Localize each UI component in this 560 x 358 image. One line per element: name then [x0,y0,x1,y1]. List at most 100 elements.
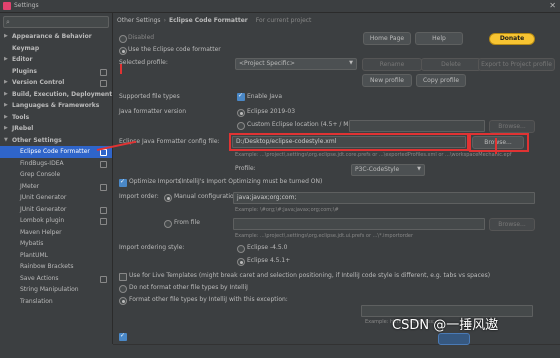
eclipse-45-label: Eclipse -4.5.0 [247,244,288,251]
home-page-button[interactable]: Home Page [363,32,411,45]
sidebar-item-label: Tools [12,113,30,121]
sidebar-item-findbugs[interactable]: FindBugs-IDEA [0,158,112,170]
browse-import-button[interactable]: Browse... [489,218,535,231]
from-file-radio[interactable] [164,220,172,228]
format-selected-text-checkbox[interactable] [119,332,127,341]
expand-arrow-icon[interactable]: ▶ [4,54,8,66]
manual-configuration-radio[interactable] [164,194,172,202]
sidebar-item-junit-generator-2[interactable]: JUnit Generator [0,204,112,216]
sidebar-item-rainbow-brackets[interactable]: Rainbow Brackets [0,261,112,273]
close-icon[interactable]: ✕ [549,1,556,11]
annotation-arrow [495,138,497,154]
sidebar-item-plantuml[interactable]: PlantUML [0,250,112,262]
optimize-imports-label: Optimize Imports [129,178,181,185]
profile-value: P3C-CodeStyle [355,166,400,173]
sidebar-item-save-actions[interactable]: Save Actions [0,273,112,285]
eclipse-451-radio[interactable] [237,258,245,266]
expand-arrow-icon[interactable]: ▶ [4,112,8,124]
sidebar-item-jmeter[interactable]: JMeter [0,181,112,193]
manual-import-order-input[interactable]: java;javax;org;com; [233,192,535,204]
window-title: Settings [14,2,39,9]
do-not-format-radio[interactable] [119,285,127,293]
sidebar-item-mybatis[interactable]: Mybatis [0,238,112,250]
help-button[interactable]: Help [415,32,463,45]
enable-java-checkbox[interactable] [237,92,245,101]
sidebar-item-plugins[interactable]: Plugins [0,66,112,78]
browse-location-button[interactable]: Browse... [489,120,535,133]
project-scope-icon [100,68,107,76]
use-eclipse-radio[interactable] [119,47,127,55]
expand-arrow-icon[interactable]: ▶ [4,31,8,43]
settings-tree: ▶ Appearance & Behavior Keymap ▶ Editor Pl… [0,31,112,307]
sidebar-item-string-manipulation[interactable]: String Manipulation [0,284,112,296]
sidebar-item-editor[interactable]: ▶ Editor [0,54,112,66]
sidebar-item-label: Plugins [12,67,37,75]
chevron-down-icon: ▼ [417,166,421,172]
copy-profile-button[interactable]: Copy profile [416,74,466,87]
import-order-file-input[interactable] [233,218,485,230]
settings-main-panel: Other Settings › Eclipse Code Formatter For… [113,13,560,358]
format-other-radio[interactable] [119,297,127,305]
optimize-imports-note: (IntelliJ's Import Optimizing must be tu… [179,178,323,185]
manual-import-order-value: java;javax;org;com; [237,194,297,201]
sidebar-item-appearance[interactable]: ▶ Appearance & Behavior [0,31,112,43]
live-templates-label: Use for Live Templates (might break care… [129,272,491,279]
import-order-label: Import order: [119,193,159,200]
custom-location-input[interactable] [349,120,485,132]
new-profile-button[interactable]: New profile [362,74,412,87]
sidebar-item-keymap[interactable]: Keymap [0,43,112,55]
profile-select[interactable]: P3C-CodeStyle ▼ [351,164,425,176]
selected-profile-select[interactable]: <Project Specific> ▼ [235,58,357,70]
expand-arrow-icon[interactable]: ▶ [4,100,8,112]
sidebar-item-label: Keymap [12,44,40,52]
sidebar-item-languages[interactable]: ▶ Languages & Frameworks [0,100,112,112]
chevron-down-icon: ▼ [349,60,353,66]
sidebar-item-grep-console[interactable]: Grep Console [0,169,112,181]
custom-location-radio[interactable] [237,122,245,130]
sidebar-item-label: Build, Execution, Deployment [12,90,113,98]
sidebar-item-jrebel[interactable]: ▶ JRebel [0,123,112,135]
rename-button[interactable]: Rename [362,58,422,71]
optimize-imports-checkbox[interactable] [119,178,127,187]
sidebar-item-label: Rainbow Brackets [20,263,74,270]
sidebar-item-label: Version Control [12,79,65,86]
project-scope-icon [100,206,107,214]
sidebar-item-maven-helper[interactable]: Maven Helper [0,227,112,239]
donate-button[interactable]: Donate [489,33,535,45]
sidebar-item-translation[interactable]: Translation [0,296,112,308]
expand-arrow-icon[interactable]: ▶ [4,89,8,101]
expand-arrow-icon[interactable]: ▶ [4,123,8,135]
config-file-highlight [229,133,469,151]
sidebar-item-junit-generator-1[interactable]: JUnit Generator [0,192,112,204]
breadcrumb-separator: › [163,17,166,24]
title-bar: Settings ✕ [0,0,560,13]
sidebar-item-label: JUnit Generator [20,194,67,201]
search-icon: ⌕ [6,18,10,26]
eclipse-version-radio[interactable] [237,109,245,117]
settings-sidebar: ⌕ ▶ Appearance & Behavior Keymap ▶ Editor … [0,13,113,344]
expand-arrow-icon[interactable]: ▼ [4,135,8,147]
sidebar-item-other-settings[interactable]: ▼ Other Settings [0,135,112,147]
breadcrumb: Other Settings › Eclipse Code Formatter For… [117,17,311,24]
manual-example-text: Example: \#org;\#;java;javax;org;com;\# [235,207,339,213]
settings-search-input[interactable]: ⌕ [3,16,109,28]
eclipse-45-radio[interactable] [237,245,245,253]
sidebar-item-tools[interactable]: ▶ Tools [0,112,112,124]
sidebar-item-version-control[interactable]: ▶ Version Control [0,77,112,89]
sidebar-item-lombok[interactable]: Lombok plugin [0,215,112,227]
sidebar-item-label: Other Settings [12,136,62,144]
browse-config-highlight [469,133,529,152]
sidebar-item-eclipse-code-formatter[interactable]: Eclipse Code Formatter [0,146,112,158]
app-icon [3,2,11,10]
live-templates-checkbox[interactable] [119,273,127,281]
sidebar-item-build[interactable]: ▶ Build, Execution, Deployment [0,89,112,101]
do-not-format-label: Do not format other file types by Intell… [129,284,248,291]
export-profile-button[interactable]: Export to Project profile [478,58,555,71]
format-other-label: Format other file types by IntelliJ with… [129,296,288,303]
expand-arrow-icon[interactable]: ▶ [4,77,8,89]
project-scope-icon [100,183,107,191]
disabled-radio[interactable] [119,35,127,43]
delete-button[interactable]: Delete [421,58,481,71]
ok-button[interactable] [438,333,470,345]
sidebar-item-label: Save Actions [20,274,59,282]
